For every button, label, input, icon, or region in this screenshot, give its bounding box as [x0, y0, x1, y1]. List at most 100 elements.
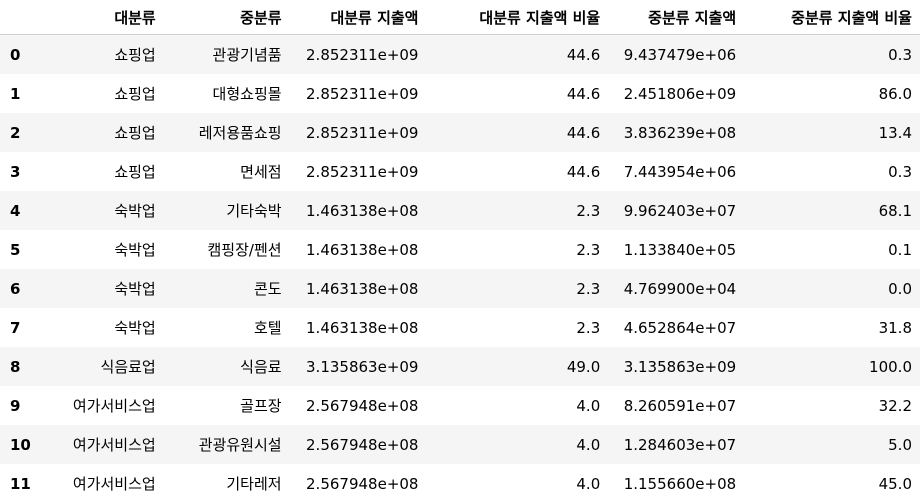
column-header-sub-category: 중분류	[163, 0, 290, 35]
column-header-sub-spend: 중분류 지출액	[608, 0, 745, 35]
sub-spend-cell: 9.962403e+07	[623, 201, 737, 220]
sub-category-cell: 식음료	[240, 358, 282, 376]
table-row: 7 숙박업 호텔 1.463138e+08 2.3 4.652864e+07 31.8	[0, 308, 920, 347]
major-spend-cell: 2.852311e+09	[306, 123, 419, 142]
major-spend-ratio-cell: 44.6	[566, 45, 601, 64]
table-row: 6 숙박업 콘도 1.463138e+08 2.3 4.769900e+04 0.0	[0, 269, 920, 308]
major-spend-ratio-cell: 2.3	[576, 318, 601, 337]
major-spend-cell: 2.567948e+08	[306, 474, 419, 493]
major-spend-ratio-cell: 2.3	[576, 279, 601, 298]
major-spend-cell: 1.463138e+08	[306, 279, 419, 298]
major-spend-cell: 3.135863e+09	[306, 357, 419, 376]
major-spend-ratio-cell: 2.3	[576, 240, 601, 259]
row-index: 6	[10, 279, 21, 298]
table-row: 3 쇼핑업 면세점 2.852311e+09 44.6 7.443954e+06 0.3	[0, 152, 920, 191]
major-spend-ratio-cell: 44.6	[566, 84, 601, 103]
major-category-cell: 여가서비스업	[72, 475, 156, 493]
table-row: 0 쇼핑업 관광기념품 2.852311e+09 44.6 9.437479e+06 0.3	[0, 34, 920, 74]
sub-spend-ratio-cell: 0.0	[888, 279, 912, 298]
row-index: 0	[10, 45, 21, 64]
sub-spend-cell: 1.284603e+07	[623, 435, 737, 454]
major-category-cell: 숙박업	[114, 280, 156, 298]
table-row: 2 쇼핑업 레저용품쇼핑 2.852311e+09 44.6 3.836239e+08 13…	[0, 113, 920, 152]
sub-spend-cell: 3.836239e+08	[623, 123, 737, 142]
major-category-cell: 여가서비스업	[72, 397, 156, 415]
dataframe-table: 대분류 중분류 대분류 지출액 대분류 지출액 비율 중분류 지출액 중분류 지…	[0, 0, 920, 503]
row-index: 1	[10, 84, 21, 103]
row-index: 7	[10, 318, 21, 337]
major-category-cell: 식음료업	[100, 358, 156, 376]
sub-category-cell: 관광유원시설	[198, 436, 282, 454]
sub-category-cell: 기타레저	[226, 475, 282, 493]
sub-category-cell: 콘도	[253, 280, 282, 298]
major-spend-ratio-cell: 4.0	[576, 474, 601, 493]
sub-spend-cell: 2.451806e+09	[623, 84, 737, 103]
sub-spend-cell: 1.133840e+05	[623, 240, 737, 259]
major-spend-cell: 2.852311e+09	[306, 162, 419, 181]
sub-category-cell: 캠핑장/펜션	[207, 241, 282, 259]
row-index: 9	[10, 396, 21, 415]
sub-spend-cell: 3.135863e+09	[623, 357, 737, 376]
row-index: 4	[10, 201, 21, 220]
sub-spend-cell: 8.260591e+07	[623, 396, 737, 415]
table-row: 10 여가서비스업 관광유원시설 2.567948e+08 4.0 1.284603e+0…	[0, 425, 920, 464]
sub-spend-cell: 1.155660e+08	[623, 474, 737, 493]
major-spend-ratio-cell: 4.0	[576, 435, 601, 454]
sub-spend-cell: 4.652864e+07	[623, 318, 737, 337]
major-spend-cell: 1.463138e+08	[306, 318, 419, 337]
sub-spend-cell: 7.443954e+06	[623, 162, 737, 181]
sub-category-cell: 기타숙박	[226, 202, 282, 220]
column-header-major-category: 대분류	[38, 0, 164, 35]
dataframe-output: 대분류 중분류 대분류 지출액 대분류 지출액 비율 중분류 지출액 중분류 지…	[0, 0, 920, 503]
sub-category-cell: 레저용품쇼핑	[198, 124, 282, 142]
table-row: 9 여가서비스업 골프장 2.567948e+08 4.0 8.260591e+07 32.…	[0, 386, 920, 425]
row-index: 8	[10, 357, 21, 376]
sub-spend-ratio-cell: 32.2	[878, 396, 912, 415]
sub-spend-cell: 9.437479e+06	[623, 45, 737, 64]
major-spend-cell: 2.852311e+09	[306, 45, 419, 64]
header-row: 대분류 중분류 대분류 지출액 대분류 지출액 비율 중분류 지출액 중분류 지…	[0, 0, 920, 35]
major-category-cell: 쇼핑업	[114, 163, 156, 181]
major-spend-cell: 2.567948e+08	[306, 435, 419, 454]
row-index: 5	[10, 240, 21, 259]
row-index: 2	[10, 123, 21, 142]
row-index: 3	[10, 162, 21, 181]
major-category-cell: 여가서비스업	[72, 436, 156, 454]
major-spend-ratio-cell: 49.0	[566, 357, 601, 376]
column-header-sub-spend-ratio: 중분류 지출액 비율	[744, 0, 920, 35]
major-spend-cell: 1.463138e+08	[306, 201, 419, 220]
sub-spend-ratio-cell: 5.0	[888, 435, 912, 454]
row-index: 11	[10, 474, 31, 493]
table-row: 11 여가서비스업 기타레저 2.567948e+08 4.0 1.155660e+08 4…	[0, 464, 920, 503]
major-spend-cell: 2.852311e+09	[306, 84, 419, 103]
major-category-cell: 쇼핑업	[114, 46, 156, 64]
sub-category-cell: 호텔	[253, 319, 282, 337]
sub-spend-ratio-cell: 45.0	[878, 474, 912, 493]
table-row: 4 숙박업 기타숙박 1.463138e+08 2.3 9.962403e+07 68.1	[0, 191, 920, 230]
major-category-cell: 숙박업	[114, 202, 156, 220]
major-spend-cell: 2.567948e+08	[306, 396, 419, 415]
major-spend-ratio-cell: 44.6	[566, 123, 601, 142]
table-row: 8 식음료업 식음료 3.135863e+09 49.0 3.135863e+09 100.…	[0, 347, 920, 386]
major-category-cell: 쇼핑업	[114, 124, 156, 142]
index-header	[0, 0, 39, 35]
major-spend-ratio-cell: 44.6	[566, 162, 601, 181]
table-body: 0 쇼핑업 관광기념품 2.852311e+09 44.6 9.437479e+06 0.3…	[0, 34, 920, 503]
major-spend-ratio-cell: 2.3	[576, 201, 601, 220]
sub-spend-ratio-cell: 13.4	[878, 123, 912, 142]
table-row: 1 쇼핑업 대형쇼핑몰 2.852311e+09 44.6 2.451806e+09 86.…	[0, 74, 920, 113]
column-header-major-spend: 대분류 지출액	[289, 0, 427, 35]
sub-spend-ratio-cell: 68.1	[878, 201, 912, 220]
sub-category-cell: 면세점	[240, 163, 282, 181]
sub-category-cell: 대형쇼핑몰	[212, 85, 282, 103]
sub-spend-ratio-cell: 0.1	[888, 240, 912, 259]
major-spend-ratio-cell: 4.0	[576, 396, 601, 415]
sub-category-cell: 골프장	[240, 397, 282, 415]
row-index: 10	[10, 435, 31, 454]
sub-spend-cell: 4.769900e+04	[623, 279, 737, 298]
sub-spend-ratio-cell: 100.0	[869, 357, 912, 376]
column-header-major-spend-ratio: 대분류 지출액 비율	[426, 0, 609, 35]
sub-spend-ratio-cell: 0.3	[888, 162, 912, 181]
major-category-cell: 숙박업	[114, 319, 156, 337]
table-row: 5 숙박업 캠핑장/펜션 1.463138e+08 2.3 1.133840e+05 0.1	[0, 230, 920, 269]
